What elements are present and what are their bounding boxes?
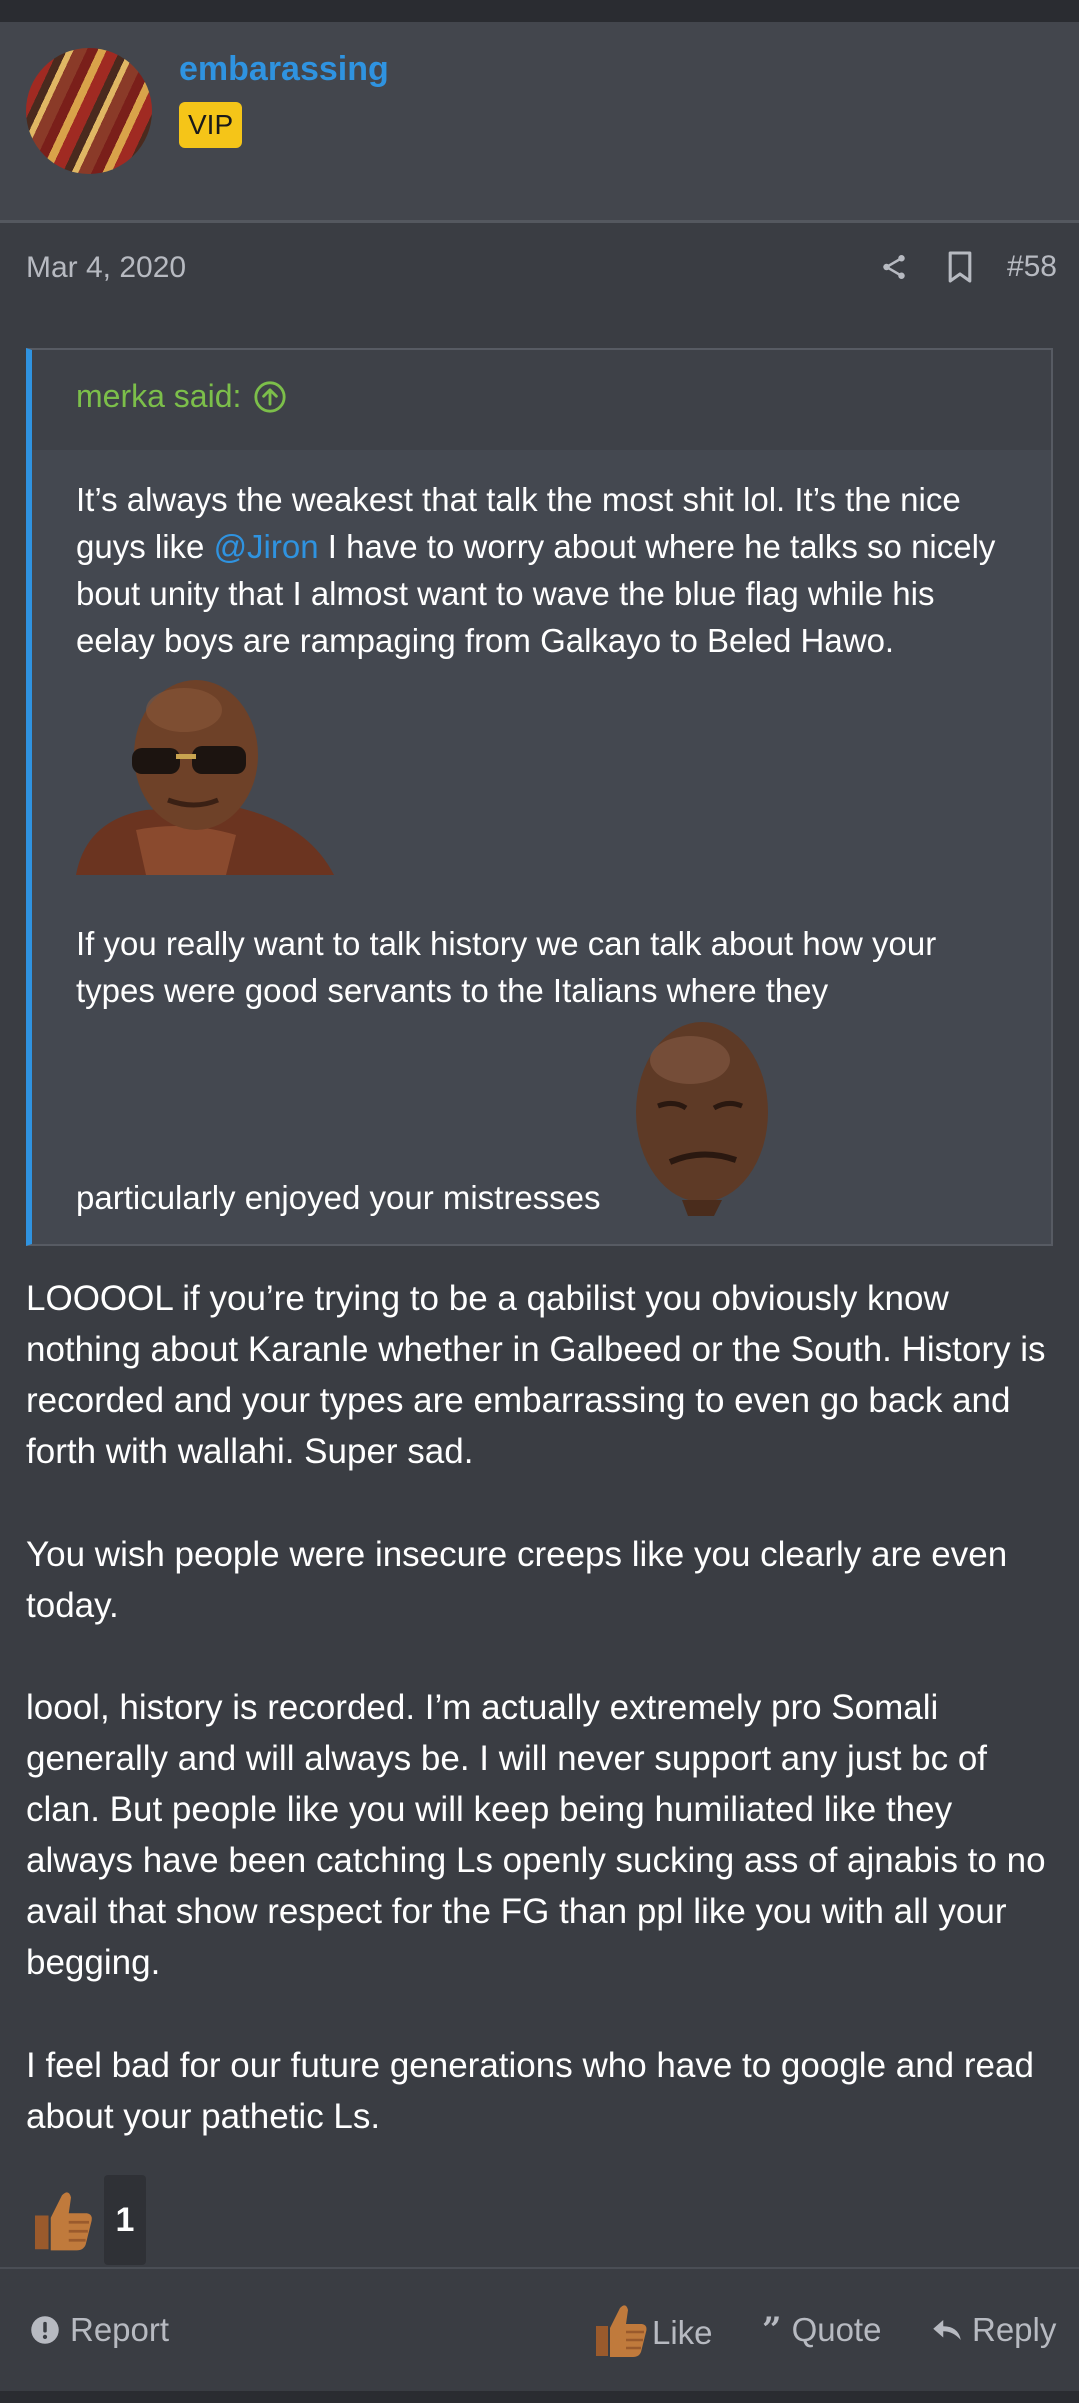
top-bar <box>0 0 1079 22</box>
share-icon[interactable] <box>875 248 913 286</box>
reply-label: Reply <box>972 2311 1057 2348</box>
quote-author-link[interactable]: merka said: <box>76 378 287 415</box>
embedded-image-grimace-man <box>630 1020 776 1216</box>
reply-icon <box>933 2320 961 2340</box>
mention-link[interactable]: @Jiron <box>214 528 319 565</box>
reaction-count[interactable]: 1 <box>104 2175 146 2265</box>
quote-author-label: merka said: <box>76 378 242 414</box>
quote-button[interactable]: ” Quote <box>762 2269 881 2391</box>
embedded-image-sunglasses-man <box>76 670 336 875</box>
thumbs-up-icon <box>35 2192 92 2251</box>
reaction-summary[interactable]: 1 <box>26 2175 146 2265</box>
post-paragraph-1: LOOOOL if you’re trying to be a qabilist… <box>26 1279 1046 1471</box>
post-container: Mar 4, 2020 #58 merka said: It’s always … <box>0 223 1079 2267</box>
bottom-bar <box>0 2391 1079 2403</box>
reply-button[interactable]: Reply <box>932 2269 1056 2391</box>
quote-paragraph-1: It’s always the weakest that talk the mo… <box>76 476 1016 664</box>
arrow-up-circle-icon <box>254 380 286 413</box>
post-actions-top: #58 <box>875 245 1057 289</box>
quote-icon: ” <box>762 2310 782 2350</box>
username-link[interactable]: embarassing <box>179 50 389 89</box>
like-button[interactable]: Like <box>588 2269 713 2391</box>
thumbs-up-icon <box>596 2305 647 2357</box>
bookmark-icon[interactable] <box>941 248 979 286</box>
report-button[interactable]: Report <box>30 2269 169 2391</box>
post-number-link[interactable]: #58 <box>1007 250 1057 284</box>
user-header: embarassing VIP <box>0 22 1079 223</box>
vip-badge: VIP <box>179 102 243 148</box>
alert-icon <box>31 2316 59 2344</box>
quote-label: Quote <box>791 2311 882 2348</box>
report-label: Report <box>70 2311 170 2348</box>
like-label: Like <box>652 2314 713 2351</box>
post-paragraph-4: I feel bad for our future generations wh… <box>26 2046 1034 2136</box>
quote-paragraph-2: If you really want to talk history we ca… <box>76 925 937 1009</box>
quote-paragraph-3: particularly enjoyed your mistresses <box>76 1179 601 1216</box>
post-paragraph-3: loool, history is recorded. I’m actually… <box>26 1688 1046 1982</box>
quote-block: merka said: It’s always the weakest that… <box>26 348 1053 1246</box>
quote-header: merka said: <box>32 350 1051 450</box>
post-date[interactable]: Mar 4, 2020 <box>26 251 186 285</box>
post-footer: Report Like ” Quote Reply <box>0 2267 1079 2391</box>
avatar[interactable] <box>26 48 152 174</box>
post-paragraph-2: You wish people were insecure creeps lik… <box>26 1535 1008 1625</box>
